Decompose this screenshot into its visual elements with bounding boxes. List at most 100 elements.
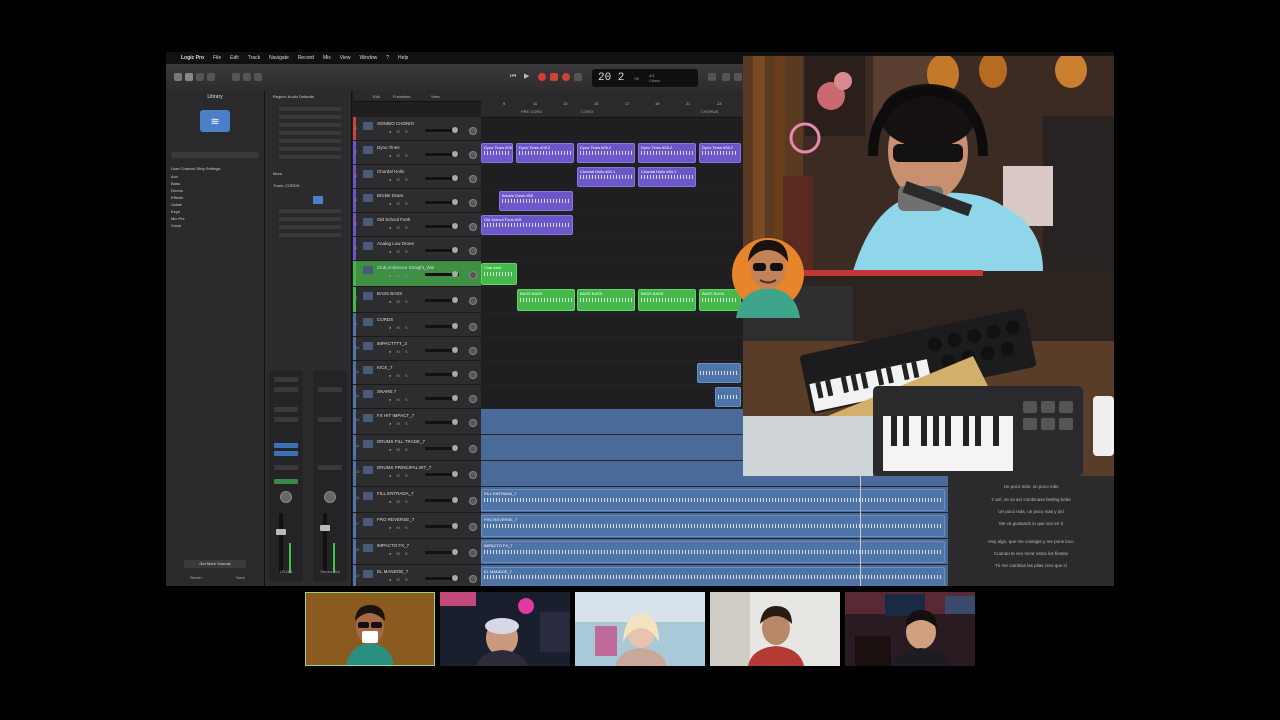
track-instrument-icon[interactable] [363, 242, 373, 250]
input-slot[interactable] [274, 407, 298, 412]
track-volume-knob[interactable] [452, 271, 458, 277]
participant-tile-1[interactable] [305, 592, 435, 666]
functions-menu[interactable]: Functions [393, 94, 410, 99]
more-header[interactable]: More [273, 171, 282, 176]
pan-knob[interactable] [280, 491, 292, 503]
track-instrument-icon[interactable] [363, 342, 373, 350]
region-param-row[interactable] [279, 115, 341, 119]
track-pan-knob[interactable] [469, 395, 477, 403]
region[interactable]: BASS BASS [577, 289, 635, 311]
track-name[interactable]: Old School Funk [377, 217, 410, 222]
rewind-icon[interactable]: ⏮ [510, 73, 518, 81]
revert-button[interactable]: Revert [190, 575, 202, 580]
audio-fx-slot[interactable] [274, 417, 298, 422]
track-volume-knob[interactable] [452, 575, 458, 581]
track-instrument-icon[interactable] [363, 266, 373, 274]
track-header-row[interactable]: 19 EL MANDOE_7 ● M S [353, 565, 481, 586]
menu-edit[interactable]: Edit [230, 55, 239, 61]
track-param-row[interactable] [279, 233, 341, 237]
track-pan-knob[interactable] [469, 419, 477, 427]
region[interactable]: Dyno Tines #05.2 [516, 143, 574, 163]
track-volume-knob[interactable] [452, 395, 458, 401]
region[interactable]: FILL ENTRADA_7 [481, 489, 945, 511]
group-slot[interactable] [274, 479, 298, 484]
track-header-row[interactable]: 9 CORDS ● M S [353, 313, 481, 337]
track-pan-knob[interactable] [469, 199, 477, 207]
library-item-bass[interactable]: Bass [171, 181, 180, 186]
track-name[interactable]: Club Ambience Straight_Wal [377, 265, 434, 270]
menu-question[interactable]: ? [386, 55, 389, 61]
region[interactable]: EL MANDOE_7 [481, 567, 945, 586]
menu-track[interactable]: Track [248, 55, 260, 61]
eq-slot[interactable] [318, 387, 342, 392]
cycle-icon[interactable] [562, 73, 570, 81]
track-mute-solo-buttons[interactable]: ● M S [389, 177, 410, 182]
track-pan-knob[interactable] [469, 549, 477, 557]
region[interactable]: Chordal Hollo #04.1 [577, 167, 635, 187]
track-volume-knob[interactable] [452, 297, 458, 303]
help-icon[interactable] [196, 73, 204, 81]
library-item-effects[interactable]: Effects [171, 195, 183, 200]
marker[interactable]: PRE CORO [521, 109, 542, 114]
track-mute-solo-buttons[interactable]: ● M S [389, 473, 410, 478]
track-volume-knob[interactable] [452, 497, 458, 503]
track-name[interactable]: BASS BASS [377, 291, 402, 296]
track-instrument-icon[interactable] [363, 544, 373, 552]
track-name[interactable]: DRUMS FILL TRADE_7 [377, 439, 425, 444]
track-volume-knob[interactable] [452, 371, 458, 377]
track-name[interactable]: SONIDO CHONIO [377, 121, 414, 126]
capture-icon[interactable] [550, 73, 558, 81]
track-pan-knob[interactable] [469, 297, 477, 305]
smart-controls-icon[interactable] [232, 73, 240, 81]
library-toggle-icon[interactable] [174, 73, 182, 81]
track-pan-knob[interactable] [469, 223, 477, 231]
view-menu[interactable]: View [431, 94, 440, 99]
track-mute-solo-buttons[interactable]: ● M S [389, 325, 410, 330]
track-instrument-icon[interactable] [363, 492, 373, 500]
region[interactable] [697, 363, 741, 383]
track-pan-knob[interactable] [469, 323, 477, 331]
track-mute-solo-buttons[interactable]: ● M S [389, 373, 410, 378]
region[interactable]: Dyno Tines #05.2 [699, 143, 741, 163]
track-header-row[interactable]: 10 IMPACTTTT_3 ● M S [353, 337, 481, 361]
sends-slot[interactable] [274, 451, 298, 456]
region-param-row[interactable] [279, 123, 341, 127]
track-mute-solo-buttons[interactable]: ● M S [389, 447, 410, 452]
library-item-drums[interactable]: Drums [171, 188, 183, 193]
lcd-display[interactable]: 20 2 96 4/4 C#min [592, 69, 698, 87]
track-instrument-icon[interactable] [363, 146, 373, 154]
region-param-row[interactable] [279, 147, 341, 151]
region[interactable] [715, 387, 741, 407]
region[interactable]: Chordal Hollo #04.1 [638, 167, 696, 187]
track-header-row[interactable]: 5 Old School Funk ● M S [353, 213, 481, 237]
fader-cap[interactable] [320, 525, 330, 531]
track-name[interactable]: Analog Low Drone [377, 241, 414, 246]
count-in-icon[interactable] [722, 73, 730, 81]
track-name[interactable]: IMPACTTTT_3 [377, 341, 407, 346]
waveform-icon[interactable]: ≋ [200, 110, 230, 132]
region-param-row[interactable] [279, 107, 341, 111]
track-mute-solo-buttons[interactable]: ● M S [389, 153, 410, 158]
library-item-vocal[interactable]: Vocal [171, 223, 181, 228]
track-instrument-icon[interactable] [363, 570, 373, 578]
region[interactable]: Club Amb [481, 263, 517, 285]
track-mute-solo-buttons[interactable]: ● M S [389, 225, 410, 230]
library-item-aux[interactable]: Aux [171, 174, 178, 179]
eq-slot[interactable] [274, 387, 298, 392]
track-mute-solo-buttons[interactable]: ● M S [389, 299, 410, 304]
track-name[interactable]: DRUMS PRINCIPAL BIT_7 [377, 465, 431, 470]
track-mute-solo-buttons[interactable]: ● M S [389, 249, 410, 254]
track-mute-solo-buttons[interactable]: ● M S [389, 499, 410, 504]
region[interactable]: IMPACTO FX_7 [481, 541, 945, 563]
track-volume-knob[interactable] [452, 151, 458, 157]
menu-navigate[interactable]: Navigate [269, 55, 289, 61]
track-header-row[interactable]: 8 BASS BASS ● M S [353, 287, 481, 313]
editors-icon[interactable] [254, 73, 262, 81]
region-header[interactable]: Region: Audio Defaults [273, 94, 314, 99]
track-pan-knob[interactable] [469, 445, 477, 453]
region[interactable]: FRO REVERSE_7 [481, 515, 945, 537]
record-icon[interactable] [538, 73, 546, 81]
track-header-row[interactable]: 4 Brickle Down ● M S [353, 189, 481, 213]
output-slot[interactable] [274, 465, 298, 470]
track-param-row[interactable] [279, 209, 341, 213]
